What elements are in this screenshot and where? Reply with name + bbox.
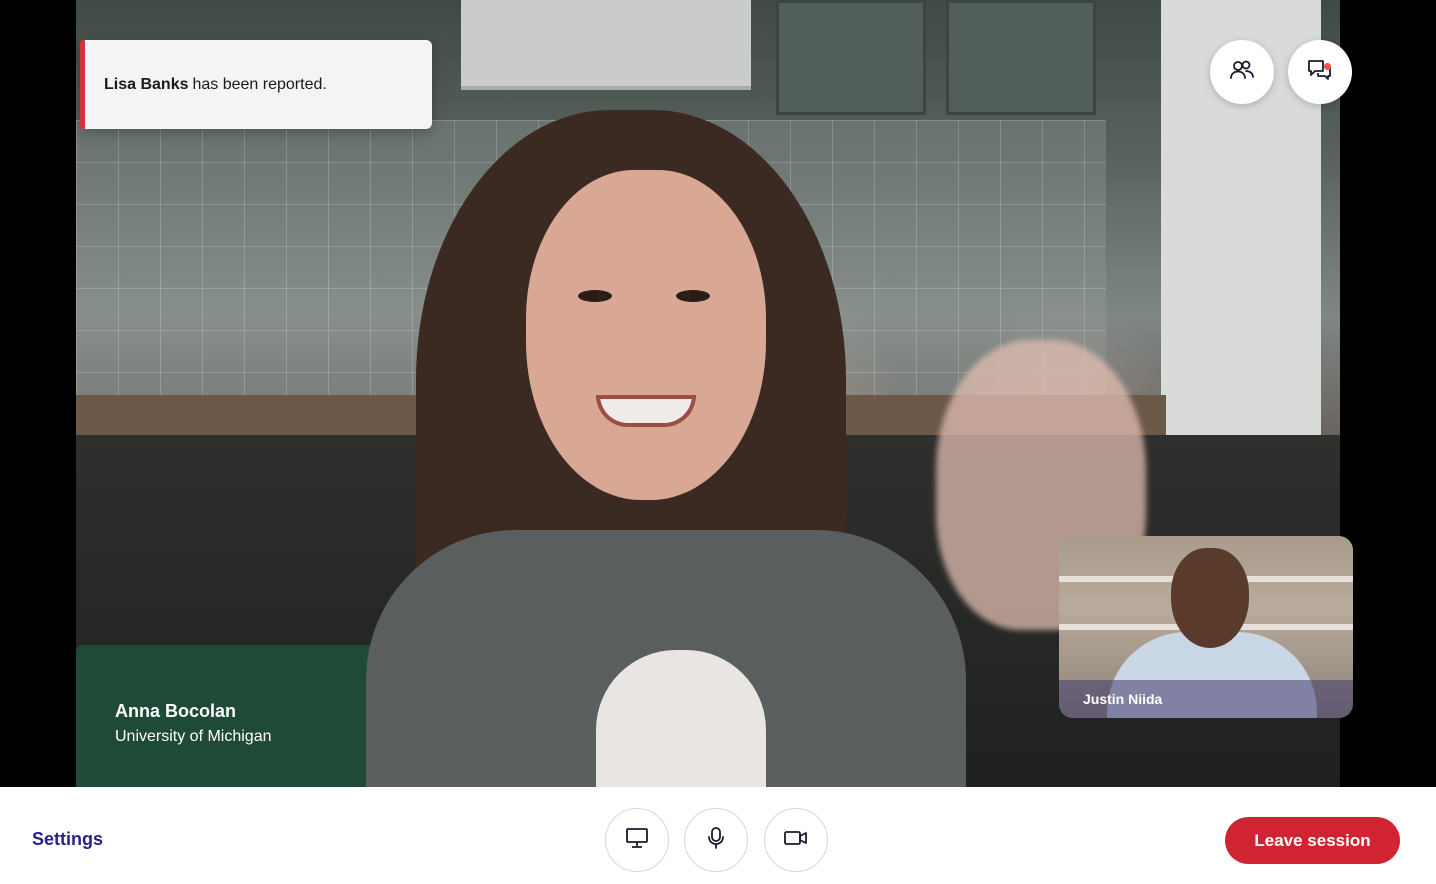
participants-button[interactable] — [1210, 40, 1274, 104]
chat-bubbles-icon — [1307, 58, 1333, 87]
face — [526, 170, 766, 500]
camera-button[interactable] — [764, 808, 828, 872]
screen-share-button[interactable] — [605, 808, 669, 872]
smile — [596, 395, 696, 427]
notification-message: has been reported. — [192, 75, 327, 93]
report-notification: Lisa Banks has been reported. — [80, 40, 432, 129]
pip-participant-name: Justin Niida — [1059, 680, 1353, 718]
settings-link[interactable]: Settings — [32, 829, 103, 850]
shirt — [596, 650, 766, 787]
camera-icon — [783, 829, 809, 852]
right-eye — [676, 290, 710, 302]
people-icon — [1229, 59, 1255, 86]
microphone-icon — [706, 826, 726, 855]
left-eye — [578, 290, 612, 302]
reported-user-name: Lisa Banks — [104, 75, 189, 93]
pip-head — [1171, 548, 1249, 648]
video-stage: Anna Bocolan University of Michigan Lisa… — [0, 0, 1436, 787]
microphone-button[interactable] — [684, 808, 748, 872]
pip-video-feed[interactable]: Justin Niida — [1059, 536, 1353, 718]
participant-organization: University of Michigan — [115, 728, 272, 745]
background-range-hood — [461, 0, 751, 90]
background-cabinet — [946, 0, 1096, 115]
chat-notification-dot — [1324, 63, 1331, 70]
leave-session-button[interactable]: Leave session — [1225, 817, 1400, 864]
main-participant-figure — [366, 90, 966, 787]
participant-name: Anna Bocolan — [115, 701, 237, 721]
screen-share-icon — [625, 827, 649, 854]
main-participant-caption: Anna Bocolan University of Michigan — [115, 700, 272, 748]
chat-button[interactable] — [1288, 40, 1352, 104]
